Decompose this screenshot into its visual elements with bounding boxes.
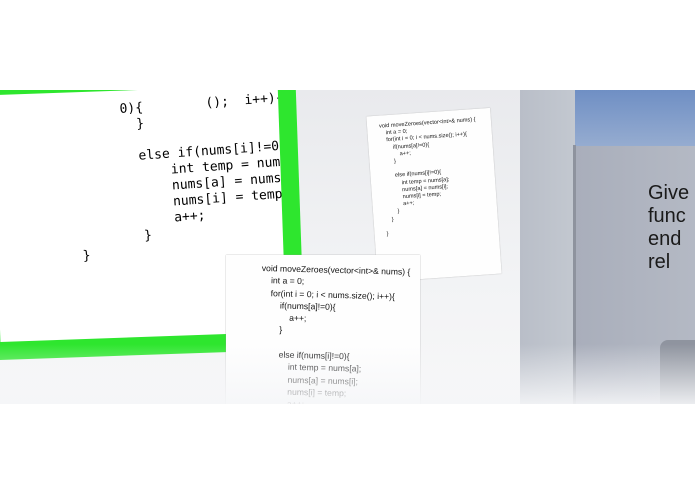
selected-code-text: 0){ (); i++){ } else if(nums[i]!=0){ int…	[82, 90, 287, 264]
right-wall-prompt-text: Give func end rel	[648, 182, 690, 273]
floor-fog	[0, 344, 695, 404]
vr-viewport: 0){ (); i++){ } else if(nums[i]!=0){ int…	[0, 90, 695, 404]
code-card-right-text: void moveZeroes(vector<int>& nums) { int…	[378, 116, 476, 238]
